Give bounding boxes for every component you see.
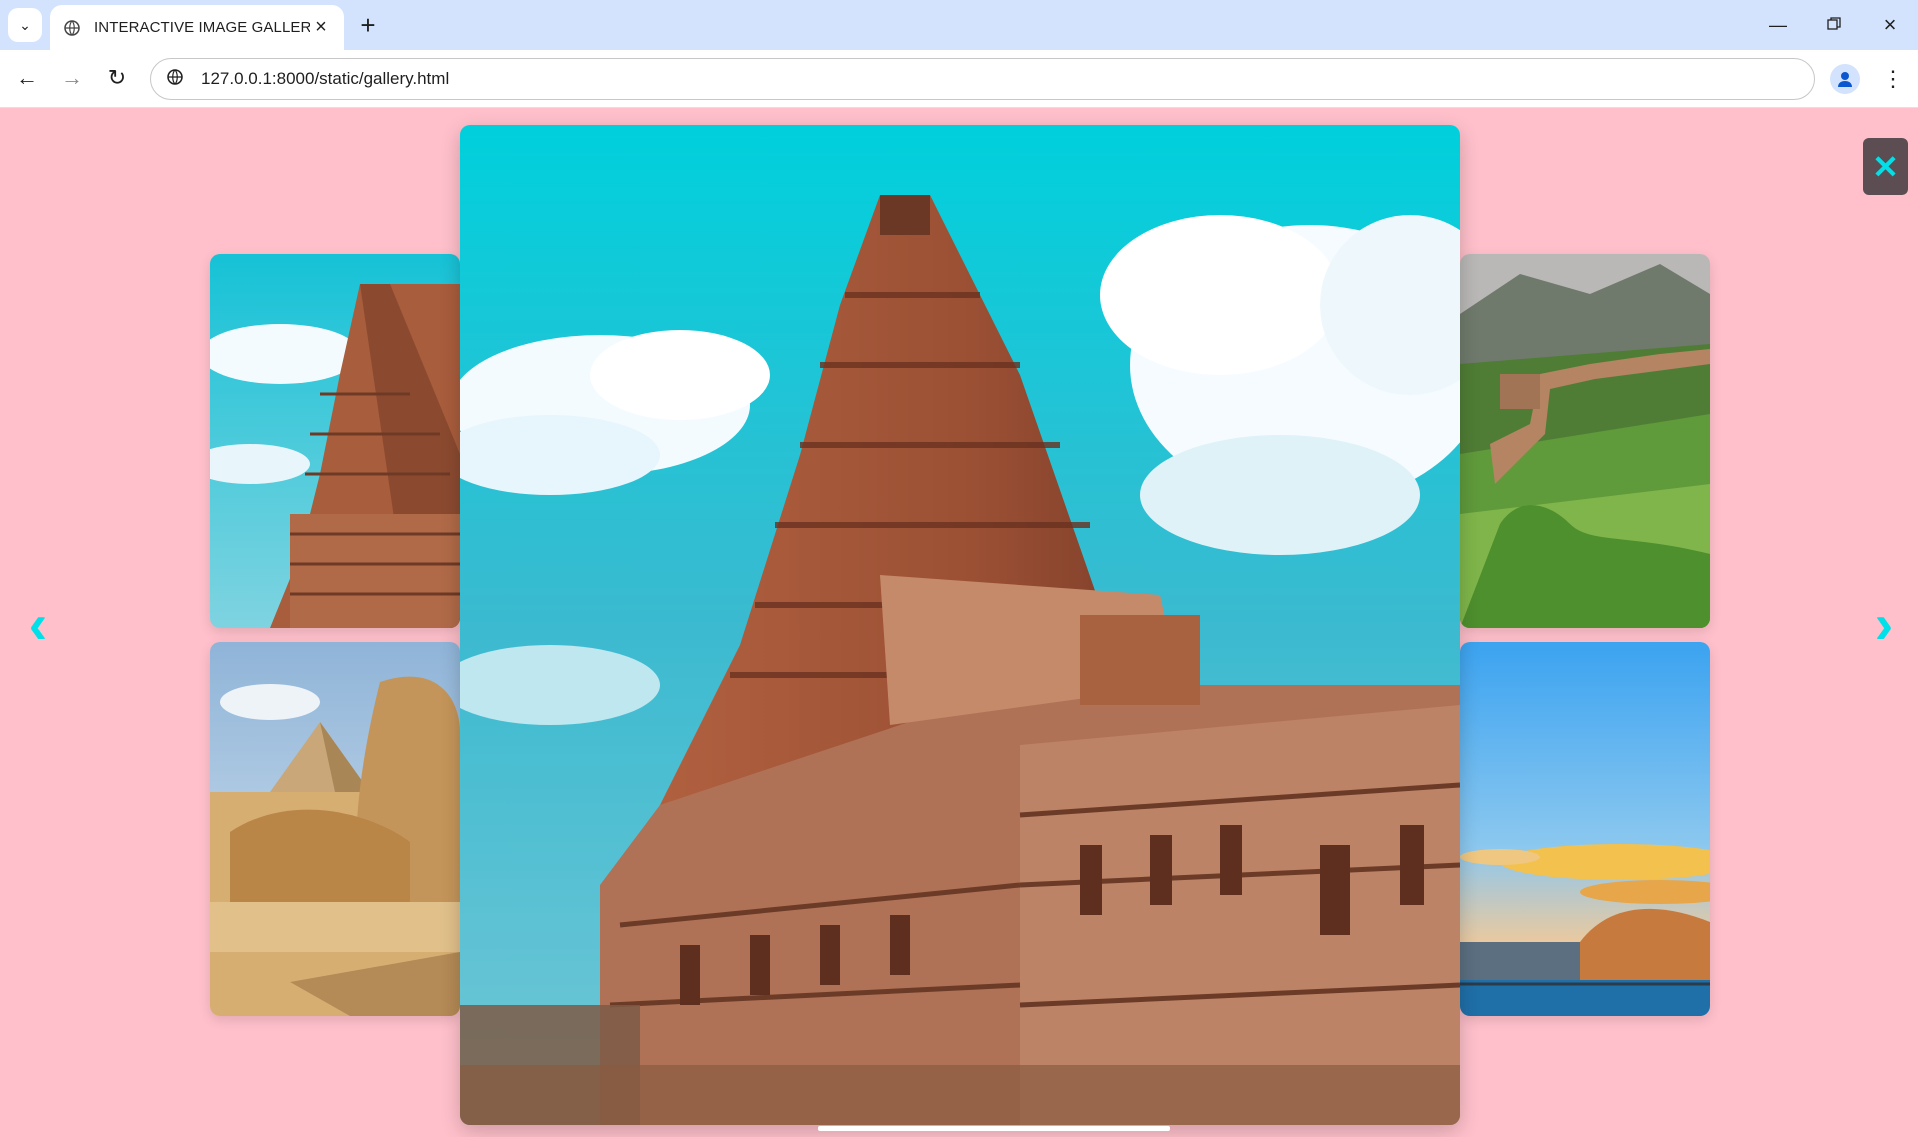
window-close-button[interactable]: × — [1862, 0, 1918, 50]
url-text: 127.0.0.1:8000/static/gallery.html — [201, 69, 450, 88]
tab-title: INTERACTIVE IMAGE GALLERY — [94, 19, 310, 36]
browser-tab-active[interactable]: INTERACTIVE IMAGE GALLERY × — [50, 5, 344, 50]
forward-button[interactable]: → — [54, 60, 90, 96]
sphinx-thumbnail-image — [210, 642, 460, 1016]
gallery-thumbnail-sphinx[interactable] — [210, 642, 460, 1016]
close-gallery-button[interactable]: ✕ — [1863, 138, 1908, 195]
minimize-button[interactable]: — — [1750, 0, 1806, 50]
restore-button[interactable] — [1806, 0, 1862, 50]
tab-search-button[interactable]: ⌄ — [8, 8, 42, 42]
profile-icon — [1838, 72, 1852, 87]
arrow-left-icon: ← — [16, 65, 38, 90]
address-bar[interactable]: 127.0.0.1:8000/static/gallery.html — [150, 58, 1815, 100]
restore-icon — [1827, 15, 1841, 36]
browser-toolbar: ← → ↻ 127.0.0.1:8000/static/gallery.html… — [0, 50, 1918, 108]
browser-menu-button[interactable]: ⋮ — [1876, 62, 1910, 96]
sunset-thumbnail-image — [1460, 642, 1710, 1016]
main-gallery-image[interactable] — [460, 125, 1460, 1125]
temple-main-image — [460, 125, 1460, 1125]
chevron-left-icon: ‹ — [28, 591, 48, 655]
great-wall-thumbnail-image — [1460, 254, 1710, 628]
gallery-thumbnail-sunset[interactable] — [1460, 642, 1710, 1016]
plus-icon: + — [360, 9, 376, 40]
minimize-icon: — — [1769, 14, 1787, 35]
new-tab-button[interactable]: + — [352, 9, 384, 41]
gallery-thumbnail-temple[interactable] — [210, 254, 460, 628]
chevron-down-icon: ⌄ — [19, 16, 31, 33]
close-icon[interactable]: × — [310, 16, 332, 39]
back-button[interactable]: ← — [9, 60, 45, 96]
close-icon: ✕ — [1872, 148, 1899, 185]
reload-button[interactable]: ↻ — [99, 60, 135, 96]
browser-tab-strip: ⌄ INTERACTIVE IMAGE GALLERY × + — × — [0, 0, 1918, 50]
temple-thumbnail-image — [210, 254, 460, 628]
gallery-thumbnail-great-wall[interactable] — [1460, 254, 1710, 628]
close-icon: × — [1883, 12, 1897, 37]
arrow-right-icon: → — [61, 65, 83, 90]
reload-icon: ↻ — [107, 65, 127, 90]
next-image-button[interactable]: › — [1864, 588, 1904, 658]
previous-image-button[interactable]: ‹ — [18, 588, 58, 658]
globe-icon — [64, 19, 80, 36]
chevron-right-icon: › — [1874, 591, 1894, 655]
gallery-page: ‹ › ✕ — [0, 108, 1918, 1137]
scroll-indicator — [818, 1126, 1170, 1131]
site-info-icon[interactable] — [165, 69, 185, 89]
profile-button[interactable] — [1830, 64, 1860, 94]
kebab-menu-icon: ⋮ — [1882, 66, 1904, 91]
